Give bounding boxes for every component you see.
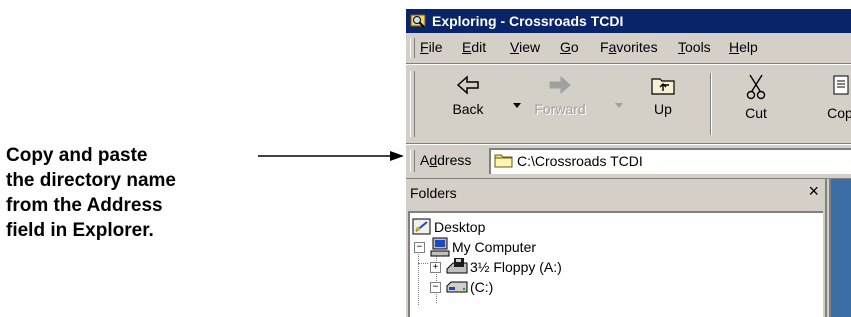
menu-bar-grip[interactable] [410, 38, 415, 58]
menu-bar: File Edit View Go Favorites Tools Help [406, 33, 851, 64]
forward-dropdown-icon[interactable] [615, 103, 623, 109]
collapse-icon[interactable]: − [414, 242, 425, 253]
tree-item-desktop[interactable]: Desktop [412, 217, 612, 237]
tree-label: (C:) [470, 279, 494, 295]
cut-button[interactable]: Cut [726, 73, 786, 137]
floppy-drive-icon [446, 258, 468, 274]
copy-button[interactable]: Cop [810, 73, 851, 137]
menu-go[interactable]: Go [560, 39, 579, 55]
menu-file[interactable]: File [420, 39, 443, 55]
explorer-icon [410, 14, 426, 28]
menu-favorites[interactable]: Favorites [600, 39, 658, 55]
back-label: Back [452, 101, 484, 117]
forward-arrow-icon [549, 75, 571, 95]
tree-connector [418, 263, 428, 264]
up-folder-icon [651, 78, 675, 95]
menu-tools[interactable]: Tools [678, 39, 711, 55]
callout-arrow [258, 151, 404, 161]
address-bar: Address C:\Crossroads TCDI [406, 144, 851, 179]
scissors-icon [746, 74, 766, 100]
tree-item-my-computer[interactable]: − My Computer [412, 237, 612, 257]
callout-line: field in Explorer. [6, 220, 154, 241]
tree-label: Desktop [434, 219, 486, 235]
up-button[interactable]: Up [633, 73, 693, 137]
menu-help[interactable]: Help [729, 39, 758, 55]
toolbar-separator [710, 73, 712, 135]
tree-item-floppy[interactable]: + 3½ Floppy (A:) [430, 257, 630, 277]
window-title: Exploring - Crossroads TCDI [432, 13, 624, 29]
callout-line: from the Address [6, 195, 163, 216]
tree-label: 3½ Floppy (A:) [470, 259, 562, 275]
copy-label: Cop [827, 105, 851, 121]
address-value: C:\Crossroads TCDI [517, 153, 643, 169]
title-bar[interactable]: Exploring - Crossroads TCDI [406, 9, 851, 33]
folders-pane: Folders × Desktop − My Computer + 3½ Flo… [406, 179, 827, 317]
folder-tree: Desktop − My Computer + 3½ Floppy (A:) −… [408, 211, 823, 317]
forward-label: Forward [534, 101, 586, 117]
callout-line: Copy and paste [6, 145, 148, 166]
contents-pane[interactable] [829, 179, 851, 317]
tree-item-c-drive[interactable]: − (C:) [430, 277, 630, 297]
standard-toolbar: Back Forward Up Cut Cop [406, 64, 851, 144]
up-label: Up [654, 101, 672, 117]
cut-label: Cut [745, 105, 767, 121]
explorer-window: Exploring - Crossroads TCDI File Edit Vi… [405, 8, 851, 317]
folders-header: Folders [410, 185, 457, 201]
address-bar-grip[interactable] [410, 150, 415, 172]
folder-icon [494, 154, 513, 168]
back-dropdown-icon[interactable] [513, 103, 521, 109]
menu-edit[interactable]: Edit [462, 39, 486, 55]
collapse-icon[interactable]: − [430, 282, 441, 293]
callout-line: the directory name [6, 170, 176, 191]
desktop-icon [412, 218, 431, 235]
computer-icon [430, 237, 450, 257]
toolbar-grip[interactable] [410, 71, 415, 137]
back-arrow-icon [456, 75, 479, 95]
address-label: Address [420, 152, 472, 168]
callout-text: Copy and paste the directory name from t… [6, 143, 266, 243]
copy-icon [833, 75, 849, 95]
tree-label: My Computer [452, 239, 537, 255]
hard-drive-icon [446, 281, 468, 293]
forward-button[interactable]: Forward [530, 73, 590, 137]
close-icon[interactable]: × [808, 181, 819, 202]
address-field[interactable]: C:\Crossroads TCDI [489, 148, 851, 174]
back-button[interactable]: Back [438, 73, 498, 137]
menu-view[interactable]: View [510, 39, 540, 55]
expand-icon[interactable]: + [430, 262, 441, 273]
